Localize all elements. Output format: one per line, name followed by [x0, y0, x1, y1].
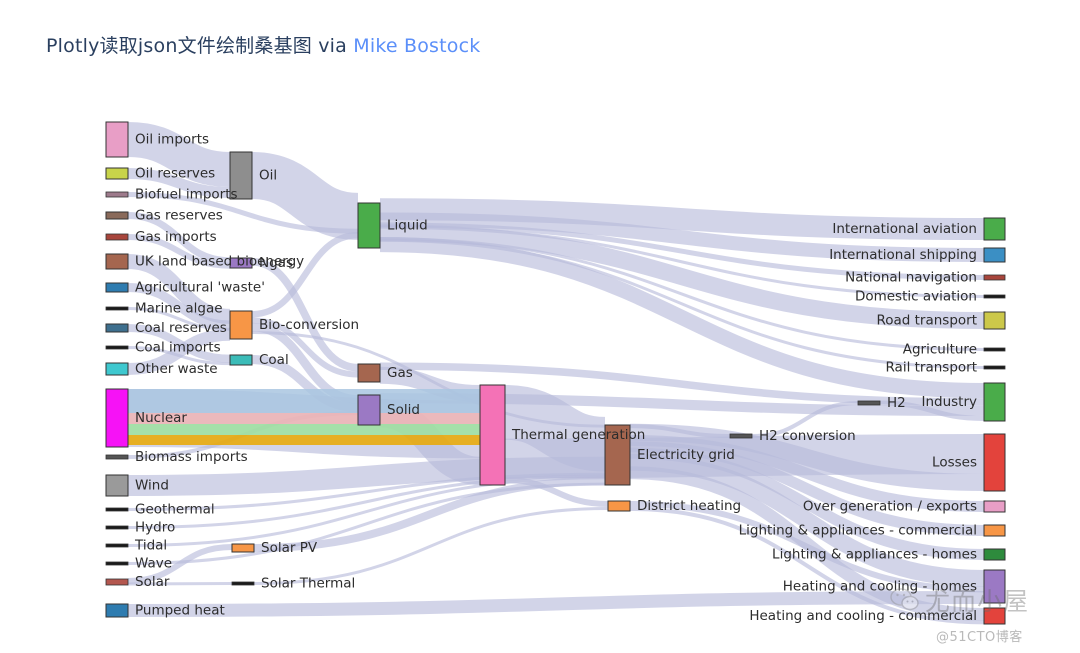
- sankey-node[interactable]: [983, 607, 1006, 625]
- sankey-node-label: Biofuel imports: [135, 187, 238, 203]
- sankey-node-label: National navigation: [845, 270, 977, 286]
- sankey-node-label: Wind: [135, 478, 169, 494]
- sankey-node[interactable]: [983, 347, 1006, 352]
- sankey-figure: Plotly读取json文件绘制桑基图 via Mike Bostock Oil…: [0, 0, 1080, 653]
- sankey-node[interactable]: [105, 191, 129, 198]
- sankey-node[interactable]: [729, 433, 753, 439]
- sankey-node[interactable]: [229, 310, 253, 340]
- sankey-node[interactable]: [357, 363, 381, 383]
- sankey-node-label: Thermal generation: [511, 427, 645, 443]
- sankey-node-label: H2: [887, 395, 906, 411]
- sankey-node[interactable]: [105, 345, 129, 350]
- sankey-node[interactable]: [983, 365, 1006, 370]
- sankey-node-label: Geothermal: [135, 502, 215, 518]
- sankey-node[interactable]: [105, 454, 129, 460]
- sankey-node-label: Coal imports: [135, 340, 221, 356]
- sankey-node-label: Solar Thermal: [261, 576, 355, 592]
- sankey-node[interactable]: [983, 247, 1006, 263]
- sankey-node[interactable]: [105, 253, 129, 270]
- sankey-node[interactable]: [105, 578, 129, 586]
- sankey-node[interactable]: [105, 323, 129, 333]
- sankey-node-label: H2 conversion: [759, 428, 856, 444]
- sankey-node[interactable]: [983, 433, 1006, 492]
- sankey-node[interactable]: [983, 524, 1006, 537]
- sankey-node[interactable]: [983, 500, 1006, 513]
- sankey-node[interactable]: [105, 603, 129, 618]
- sankey-node-label: Industry: [921, 394, 977, 410]
- sankey-node-label: Agriculture: [903, 342, 977, 358]
- sankey-node-label: Coal: [259, 352, 289, 368]
- sankey-node[interactable]: [105, 474, 129, 497]
- sankey-node-label: Domestic aviation: [855, 289, 977, 305]
- sankey-node-label: Oil: [259, 168, 277, 184]
- sankey-node[interactable]: [983, 217, 1006, 241]
- sankey-node-label: Marine algae: [135, 301, 223, 317]
- sankey-node[interactable]: [983, 382, 1006, 422]
- sankey-node-label: Losses: [932, 455, 977, 471]
- sankey-node[interactable]: [105, 167, 129, 180]
- sankey-node[interactable]: [105, 121, 129, 158]
- sankey-link[interactable]: [251, 231, 359, 318]
- sankey-node[interactable]: [983, 294, 1006, 299]
- sankey-node-label: District heating: [637, 498, 741, 514]
- sankey-node[interactable]: [105, 543, 129, 548]
- sankey-node[interactable]: [479, 384, 506, 486]
- sankey-node-label: Heating and cooling - commercial: [749, 608, 977, 624]
- sankey-node[interactable]: [607, 500, 631, 512]
- sankey-node[interactable]: [983, 311, 1006, 330]
- sankey-node-label: Coal reserves: [135, 320, 227, 336]
- sankey-node-label: International shipping: [829, 247, 977, 263]
- sankey-node-label: Lighting & appliances - commercial: [739, 523, 977, 539]
- sankey-node[interactable]: [105, 211, 129, 220]
- sankey-node[interactable]: [105, 388, 129, 448]
- sankey-node-label: Gas imports: [135, 229, 217, 245]
- sankey-node-label: Tidal: [134, 538, 167, 554]
- sankey-node-label: Solar: [135, 574, 170, 590]
- sankey-node[interactable]: [357, 394, 381, 426]
- sankey-node-label: Ngas: [259, 255, 293, 271]
- sankey-node[interactable]: [983, 548, 1006, 561]
- sankey-node[interactable]: [983, 569, 1006, 604]
- sankey-node[interactable]: [357, 202, 381, 249]
- sankey-node-label: Oil reserves: [135, 166, 215, 182]
- sankey-node[interactable]: [105, 362, 129, 376]
- sankey-node[interactable]: [105, 507, 129, 512]
- sankey-node-label: Pumped heat: [135, 603, 225, 619]
- sankey-node[interactable]: [857, 400, 881, 406]
- sankey-node[interactable]: [105, 233, 129, 241]
- sankey-node-label: Electricity grid: [637, 447, 735, 463]
- sankey-node[interactable]: [105, 561, 129, 566]
- sankey-node[interactable]: [229, 354, 253, 366]
- sankey-node[interactable]: [983, 274, 1006, 281]
- sankey-node-label: Liquid: [387, 218, 428, 234]
- sankey-node-label: Gas reserves: [135, 208, 223, 224]
- sankey-node-label: Gas: [387, 365, 413, 381]
- sankey-node[interactable]: [105, 282, 129, 293]
- sankey-node[interactable]: [231, 581, 255, 586]
- sankey-node-label: Lighting & appliances - homes: [772, 547, 977, 563]
- sankey-node-label: International aviation: [832, 221, 977, 237]
- sankey-node-label: Oil imports: [135, 132, 209, 148]
- sankey-node-label: Rail transport: [885, 360, 977, 376]
- sankey-node-label: Solid: [387, 402, 420, 418]
- sankey-node-label: Over generation / exports: [803, 499, 977, 515]
- sankey-node-label: Hydro: [135, 520, 175, 536]
- sankey-node-label: Bio-conversion: [259, 317, 359, 333]
- sankey-node-label: Road transport: [876, 313, 977, 329]
- sankey-node-label: Wave: [135, 556, 172, 572]
- sankey-node[interactable]: [231, 543, 255, 553]
- sankey-node-label: Other waste: [135, 361, 218, 377]
- sankey-node-label: Solar PV: [261, 540, 318, 556]
- sankey-node-label: Biomass imports: [135, 449, 248, 465]
- sankey-node[interactable]: [105, 525, 129, 530]
- sankey-node-label: Agricultural 'waste': [135, 280, 265, 296]
- sankey-node[interactable]: [105, 306, 129, 311]
- sankey-node-label: Nuclear: [135, 410, 187, 426]
- sankey-canvas: Oil imports Oil reserves Biofuel imports Ga…: [105, 121, 1006, 625]
- sankey-node-label: Heating and cooling - homes: [783, 579, 977, 595]
